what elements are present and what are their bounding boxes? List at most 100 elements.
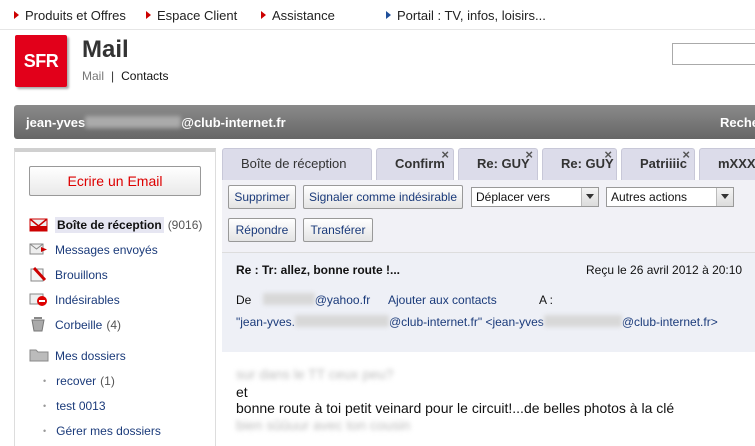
app-subnav: Mail | Contacts bbox=[82, 69, 169, 83]
subfolder-label: Gérer mes dossiers bbox=[56, 424, 161, 438]
account-email-prefix: jean-yves bbox=[26, 115, 86, 130]
search-link[interactable]: Reche bbox=[720, 115, 755, 130]
sfr-logo[interactable]: SFR bbox=[15, 35, 67, 87]
redacted-text bbox=[262, 293, 315, 305]
topnav-link-portail[interactable]: Portail : TV, infos, loisirs... bbox=[386, 8, 546, 23]
sender-address[interactable]: @yahoo.fr bbox=[315, 293, 371, 307]
folder-icon bbox=[29, 347, 49, 363]
arrow-icon bbox=[386, 11, 391, 19]
app-title: Mail bbox=[82, 36, 129, 63]
account-bar: jean-yves @club-internet.fr Reche bbox=[14, 105, 755, 139]
message-date: Reçu le 26 avril 2012 à 20:10 bbox=[586, 263, 743, 277]
folder-inbox[interactable]: Boîte de réception (9016) bbox=[29, 216, 202, 236]
topnav-link-label: Espace Client bbox=[157, 8, 238, 23]
folder-my-folders[interactable]: Mes dossiers bbox=[29, 347, 126, 367]
recipient-name-suffix: @club-internet.fr" bbox=[388, 315, 483, 329]
move-to-select[interactable]: Déplacer vers bbox=[471, 187, 599, 207]
folder-drafts[interactable]: Brouillons bbox=[29, 266, 108, 286]
drafts-icon bbox=[29, 266, 49, 282]
forward-button[interactable]: Transférer bbox=[303, 218, 373, 242]
message-body: sur dans le TT ceux peu? et bonne route … bbox=[222, 352, 755, 446]
sent-icon bbox=[29, 241, 49, 257]
tab-inbox[interactable]: Boîte de réception bbox=[222, 148, 372, 180]
arrow-icon bbox=[261, 11, 266, 19]
folder-count: (4) bbox=[106, 318, 122, 332]
folder-trash[interactable]: Corbeille (4) bbox=[29, 316, 121, 336]
close-tab-icon[interactable]: × bbox=[604, 149, 612, 170]
folder-label: Brouillons bbox=[55, 268, 108, 282]
subfolder-label: test 0013 bbox=[56, 399, 106, 413]
message-header: Re : Tr: allez, bonne route !... Reçu le… bbox=[222, 252, 755, 352]
delete-button[interactable]: Supprimer bbox=[228, 185, 296, 209]
bullet-icon: • bbox=[43, 376, 47, 386]
recipient-addr-suffix: @club-internet.fr> bbox=[621, 315, 718, 329]
folder-label: Boîte de réception bbox=[55, 217, 164, 233]
close-tab-icon[interactable]: × bbox=[682, 149, 690, 170]
redacted-text bbox=[543, 315, 622, 327]
bullet-icon: • bbox=[43, 401, 47, 411]
folder-sent[interactable]: Messages envoyés bbox=[29, 241, 158, 261]
close-tab-icon[interactable]: × bbox=[525, 149, 533, 170]
to-label: A : bbox=[539, 293, 554, 307]
reply-button[interactable]: Répondre bbox=[228, 218, 296, 242]
message-tabs: Boîte de réception Confirm × Re: GUY × Re:… bbox=[222, 148, 755, 182]
recipient-name-prefix: "jean-yves. bbox=[236, 315, 295, 329]
topnav-link-assistance[interactable]: Assistance bbox=[261, 8, 335, 23]
topnav-link-label: Produits et Offres bbox=[25, 8, 126, 23]
tab-mxxxx[interactable]: mXXXX bbox=[699, 148, 755, 180]
trash-icon bbox=[29, 316, 49, 332]
tab-label: mXXXX bbox=[718, 156, 755, 171]
body-line: sur dans le TT ceux peu? bbox=[236, 366, 394, 382]
tab-label: Patriiiic bbox=[640, 156, 687, 171]
tab-confirm[interactable]: Confirm × bbox=[376, 148, 454, 180]
chevron-down-icon bbox=[716, 188, 733, 206]
subfolder-recover[interactable]: • recover (1) bbox=[43, 374, 115, 392]
subfolder-label: recover bbox=[56, 374, 97, 388]
folder-label: Mes dossiers bbox=[55, 349, 126, 363]
spam-icon bbox=[29, 291, 49, 307]
other-actions-select-value: Autres actions bbox=[611, 190, 688, 204]
report-spam-button[interactable]: Signaler comme indésirable bbox=[303, 185, 463, 209]
subnav-contacts[interactable]: Contacts bbox=[121, 69, 168, 83]
recipient-addr-prefix: <jean-yves bbox=[485, 315, 544, 329]
from-label: De bbox=[236, 293, 252, 307]
body-line: et bbox=[236, 384, 248, 400]
folder-count: (9016) bbox=[167, 218, 203, 232]
recipient-address[interactable]: "jean-yves. @club-internet.fr" <jean-yves… bbox=[236, 315, 718, 329]
from-row: De @yahoo.fr bbox=[236, 293, 370, 307]
folder-label: Corbeille bbox=[55, 318, 103, 332]
arrow-icon bbox=[14, 11, 19, 19]
folder-label: Indésirables bbox=[55, 293, 120, 307]
tab-label: Re: GUY bbox=[477, 156, 530, 171]
compose-button[interactable]: Ecrire un Email bbox=[29, 166, 201, 196]
other-actions-select[interactable]: Autres actions bbox=[606, 187, 734, 207]
account-email-domain: @club-internet.fr bbox=[181, 115, 286, 130]
manage-folders-link[interactable]: • Gérer mes dossiers bbox=[43, 424, 161, 442]
header-search-input[interactable] bbox=[672, 43, 755, 65]
folder-panel: Ecrire un Email Boîte de réception (9016)… bbox=[14, 148, 216, 446]
subfolder-count: (1) bbox=[100, 374, 115, 388]
body-line: bonne route à toi petit veinard pour le … bbox=[236, 400, 675, 416]
redacted-text bbox=[294, 315, 389, 327]
account-email: jean-yves @club-internet.fr bbox=[26, 115, 286, 130]
tab-re-guy-1[interactable]: Re: GUY × bbox=[458, 148, 538, 180]
topnav-link-label: Portail : TV, infos, loisirs... bbox=[397, 8, 546, 23]
message-subject: Re : Tr: allez, bonne route !... bbox=[236, 263, 401, 277]
bullet-icon: • bbox=[43, 426, 47, 436]
top-navigation-bar: Produits et Offres Espace Client Assista… bbox=[0, 0, 755, 30]
add-to-contacts-link[interactable]: Ajouter aux contacts bbox=[388, 293, 497, 307]
topnav-link-espace-client[interactable]: Espace Client bbox=[146, 8, 237, 23]
subnav-mail[interactable]: Mail bbox=[82, 69, 104, 83]
message-view: Supprimer Signaler comme indésirable Dép… bbox=[222, 180, 755, 446]
arrow-icon bbox=[146, 11, 151, 19]
tab-patriiiic[interactable]: Patriiiic × bbox=[621, 148, 695, 180]
subnav-separator: | bbox=[111, 69, 115, 83]
tab-re-guy-2[interactable]: Re: GUY × bbox=[542, 148, 617, 180]
inbox-icon bbox=[29, 216, 49, 232]
folder-spam[interactable]: Indésirables bbox=[29, 291, 120, 311]
tab-label: Confirm bbox=[395, 156, 445, 171]
folder-label: Messages envoyés bbox=[55, 243, 158, 257]
topnav-link-produits[interactable]: Produits et Offres bbox=[14, 8, 126, 23]
close-tab-icon[interactable]: × bbox=[441, 149, 449, 170]
subfolder-test-0013[interactable]: • test 0013 bbox=[43, 399, 106, 417]
